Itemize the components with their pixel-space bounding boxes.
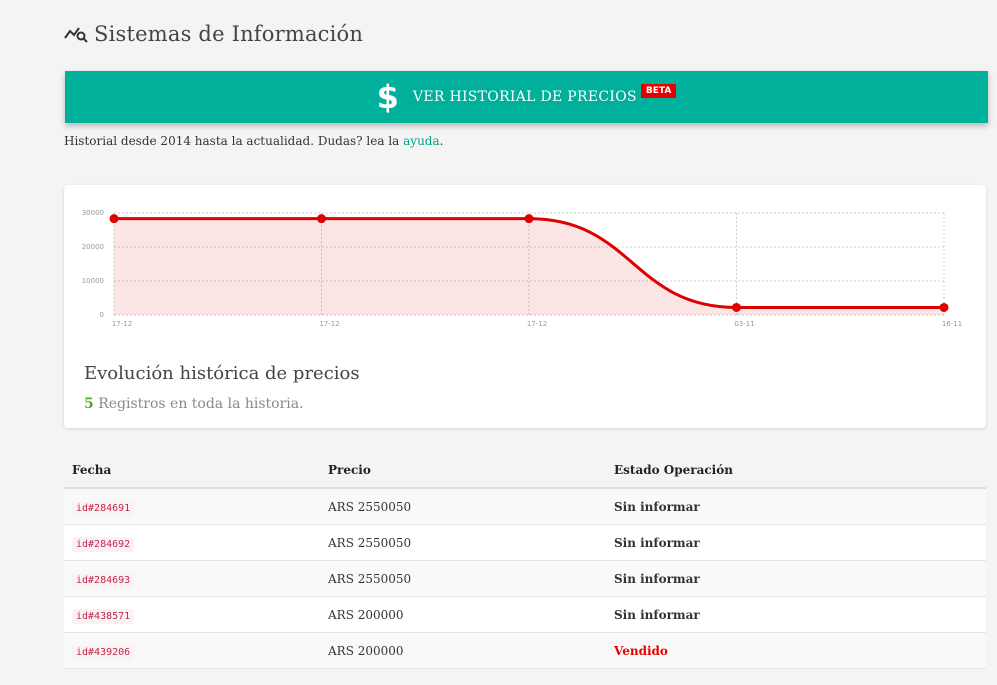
y-tick-label: 30000: [82, 209, 104, 217]
record-price: ARS 2550050: [328, 535, 412, 550]
table-row: id#439206 ARS 200000 Vendido: [64, 633, 986, 669]
record-status: Sin informar: [614, 607, 700, 622]
y-tick-label: 10000: [82, 277, 104, 285]
x-tick-label: 16-11: [942, 320, 962, 328]
record-id: id#284693: [72, 572, 135, 588]
page-header: Sistemas de Información: [64, 22, 363, 46]
price-history-label: VER HISTORIAL DE PRECIOS: [412, 89, 637, 105]
record-price: ARS 200000: [328, 607, 404, 622]
record-status: Sin informar: [614, 499, 700, 514]
record-id: id#438571: [72, 608, 135, 624]
page-title: Sistemas de Información: [94, 22, 364, 46]
header-precio: Precio: [328, 462, 371, 477]
data-point: [317, 214, 326, 224]
subtext-prefix: Historial desde 2014 hasta la actualidad…: [64, 134, 404, 148]
history-subtext: Historial desde 2014 hasta la actualidad…: [64, 134, 443, 148]
x-tick-label: 17-12: [112, 320, 132, 328]
record-id: id#284691: [72, 500, 135, 516]
records-summary: 5 Registros en toda la historia.: [84, 396, 304, 412]
data-point: [524, 214, 534, 224]
header-fecha: Fecha: [72, 462, 112, 477]
record-status: Sin informar: [614, 571, 700, 586]
record-price: ARS 2550050: [328, 571, 412, 586]
record-status: Vendido: [614, 643, 668, 658]
x-tick-label: 03-11: [734, 320, 754, 328]
price-history-button[interactable]: $ VER HISTORIAL DE PRECIOS BETA: [65, 71, 988, 123]
record-id: id#439206: [72, 644, 135, 660]
data-point: [109, 214, 119, 224]
price-chart: 30000 20000 10000 0 17-12 17-12 17-12 03-11 16-1…: [82, 209, 962, 328]
area-fill: [114, 218, 944, 315]
y-tick-label: 0: [100, 311, 104, 319]
x-tick-label: 17-12: [527, 320, 547, 328]
table-header: Fecha Precio Estado Operación: [64, 452, 986, 489]
subtext-suffix: .: [439, 134, 444, 148]
y-tick-label: 20000: [82, 243, 104, 251]
data-point: [732, 302, 741, 312]
chart-search-icon: [64, 27, 88, 43]
record-status: Sin informar: [614, 535, 700, 550]
help-link[interactable]: ayuda: [403, 134, 440, 148]
beta-badge: BETA: [640, 84, 677, 98]
chart-title: Evolución histórica de precios: [84, 363, 360, 384]
table-row: id#284692 ARS 2550050 Sin informar: [64, 525, 986, 561]
data-point: [939, 302, 949, 312]
table-row: id#284691 ARS 2550050 Sin informar: [64, 489, 986, 525]
record-price: ARS 200000: [328, 643, 404, 658]
header-estado: Estado Operación: [614, 462, 733, 477]
table-row: id#284693 ARS 2550050 Sin informar: [64, 561, 986, 597]
record-id: id#284692: [72, 536, 135, 552]
record-price: ARS 2550050: [328, 499, 412, 514]
table-body: id#284691 ARS 2550050 Sin informar id#28…: [64, 489, 986, 669]
dollar-icon: $: [376, 78, 399, 116]
records-text: Registros en toda la historia.: [93, 396, 304, 412]
price-chart-card: 30000 20000 10000 0 17-12 17-12 17-12 03-11 16-1…: [64, 185, 986, 428]
records-count: 5: [84, 396, 94, 412]
x-tick-label: 17-12: [319, 320, 339, 328]
price-history-table: Fecha Precio Estado Operación id#284691 …: [64, 452, 986, 669]
table-row: id#438571 ARS 200000 Sin informar: [64, 597, 986, 633]
